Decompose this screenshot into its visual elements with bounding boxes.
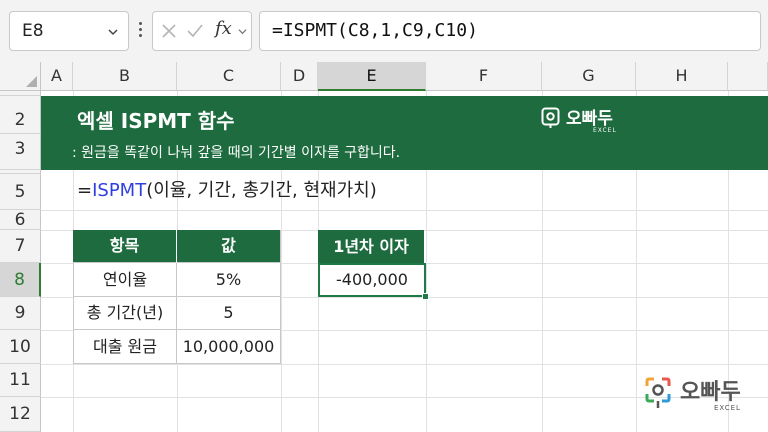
row-header-6[interactable]: 6	[0, 210, 41, 230]
column-header-d[interactable]: D	[281, 62, 318, 91]
selected-cell-e8[interactable]: -400,000	[318, 263, 429, 300]
table-header-value[interactable]: 값	[177, 230, 281, 263]
formula-bar: E8 fx =ISPMT(C8,1,C9,C10)	[0, 0, 768, 62]
row-header-7[interactable]: 7	[0, 230, 41, 263]
column-header-a[interactable]: A	[41, 62, 73, 91]
table-cell-value[interactable]: 5%	[177, 263, 281, 297]
logo-subtext: EXCEL	[593, 127, 617, 134]
row-header-12[interactable]: 12	[0, 397, 41, 432]
chevron-down-icon[interactable]	[108, 27, 118, 37]
insert-function-icon[interactable]: fx	[215, 18, 232, 39]
syntax-function-name: ISPMT	[92, 180, 147, 201]
gridline	[41, 364, 768, 365]
syntax-arguments: (이율, 기간, 총기간, 현재가치)	[146, 180, 377, 201]
column-header-b[interactable]: B	[73, 62, 177, 91]
logo-icon	[645, 377, 671, 408]
table-cell-value[interactable]: 10,000,000	[177, 330, 281, 364]
row-header-3[interactable]: 3	[0, 134, 41, 170]
table-cell-label[interactable]: 연이율	[73, 263, 177, 297]
banner-title: 엑셀 ISPMT 함수	[77, 109, 235, 133]
table-cell-label[interactable]: 총 기간(년)	[73, 297, 177, 330]
row-header-2[interactable]: 2	[0, 96, 41, 134]
logo-icon	[541, 107, 560, 128]
table-cell-label[interactable]: 대출 원금	[73, 330, 177, 364]
row-header-11[interactable]: 11	[0, 364, 41, 397]
select-all-corner[interactable]	[0, 62, 41, 91]
column-header-h[interactable]: H	[636, 62, 728, 91]
more-options-icon[interactable]	[139, 22, 143, 38]
oppadu-watermark-logo: 오빠두 EXCEL	[644, 374, 762, 418]
table-cell-value[interactable]: 5	[177, 297, 281, 330]
logo-text: 오빠두	[680, 380, 741, 405]
formula-controls: fx	[152, 11, 252, 51]
row-header-9[interactable]: 9	[0, 297, 41, 330]
logo-text: 오빠두	[566, 109, 613, 129]
gridline	[41, 210, 768, 211]
confirm-icon[interactable]	[186, 23, 204, 39]
row-header-10[interactable]: 10	[0, 330, 41, 364]
chevron-down-icon[interactable]	[238, 27, 247, 36]
cancel-icon[interactable]	[161, 23, 177, 39]
name-box[interactable]: E8	[9, 11, 129, 51]
function-syntax: =ISPMT(이율, 기간, 총기간, 현재가치)	[77, 176, 377, 202]
result-value: -400,000	[336, 270, 408, 289]
column-header-c[interactable]: C	[177, 62, 281, 91]
column-header-g[interactable]: G	[542, 62, 636, 91]
column-header-next[interactable]	[728, 62, 768, 91]
banner-subtitle: : 원금을 똑같이 나눠 갚을 때의 기간별 이자를 구합니다.	[72, 145, 401, 161]
header-banner: 엑셀 ISPMT 함수 : 원금을 똑같이 나눠 갚을 때의 기간별 이자를 구…	[41, 96, 768, 170]
column-header-f[interactable]: F	[426, 62, 542, 91]
oppadu-logo: 오빠두 EXCEL	[541, 104, 641, 134]
table-header-item[interactable]: 항목	[73, 230, 177, 263]
formula-text: =ISPMT(C8,1,C9,C10)	[272, 20, 478, 41]
result-header[interactable]: 1년차 이자	[318, 230, 424, 263]
row-header-8[interactable]: 8	[0, 263, 41, 297]
syntax-prefix: =	[77, 180, 93, 201]
fill-handle[interactable]	[422, 293, 429, 300]
row-header-5[interactable]: 5	[0, 174, 41, 210]
formula-input[interactable]: =ISPMT(C8,1,C9,C10)	[259, 11, 761, 51]
column-header-e[interactable]: E	[318, 62, 426, 91]
name-box-value: E8	[22, 21, 44, 41]
logo-subtext: EXCEL	[714, 404, 741, 412]
